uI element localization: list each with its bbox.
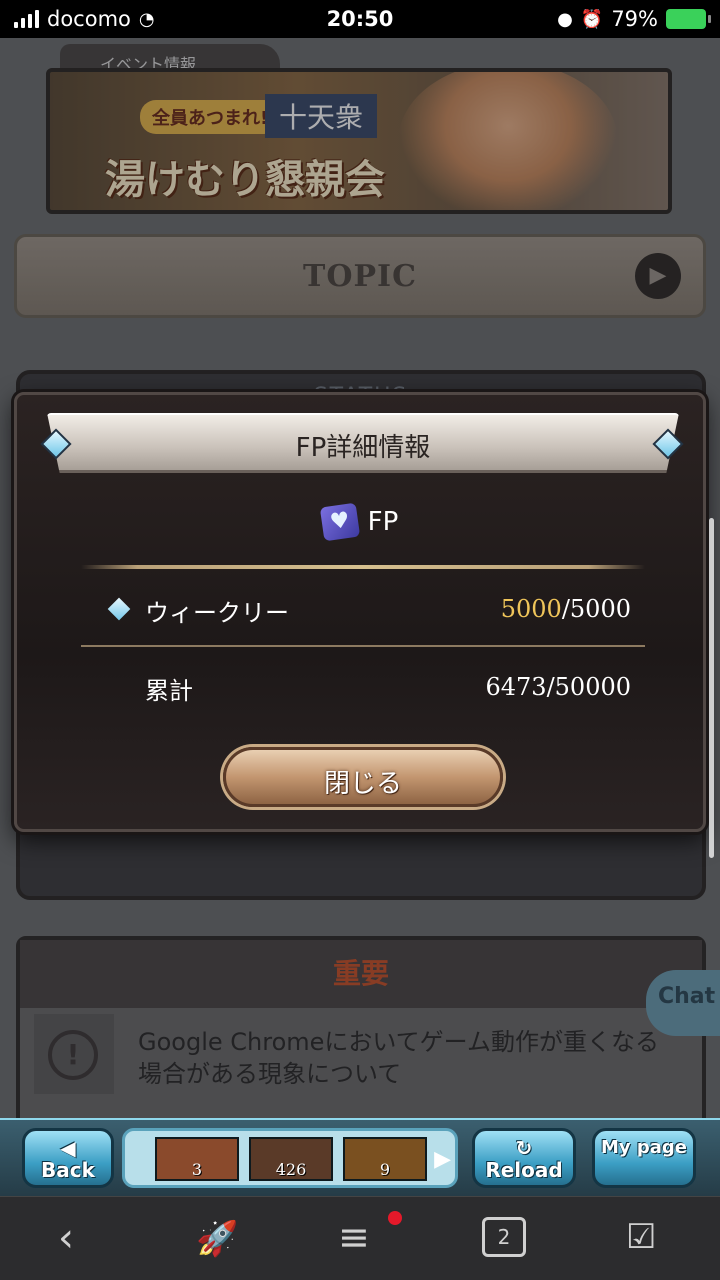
checkbox-icon[interactable]: ☑	[626, 1217, 656, 1257]
alarm-icon: ⏰	[580, 8, 604, 30]
status-right: ● ⏰ 79%	[557, 7, 711, 31]
dialog-title: FP詳細情報	[295, 433, 431, 463]
fp-label: FP	[367, 507, 399, 537]
total-label: 累計	[145, 677, 193, 705]
tabs-button[interactable]: 2	[482, 1217, 526, 1257]
fp-heading: ♥ FP	[17, 502, 703, 542]
mypage-label: My page	[600, 1137, 688, 1158]
fp-detail-dialog: FP詳細情報 ♥ FP ウィークリー 5000/5000 累計 6473/500…	[14, 392, 706, 832]
divider	[81, 645, 645, 647]
weekly-row: ウィークリー 5000/5000	[81, 583, 645, 635]
reload-label: Reload	[485, 1158, 563, 1182]
recent-quests: 3 426 9 ▶	[122, 1128, 458, 1188]
total-row: 累計 6473/50000	[81, 661, 645, 713]
quest-thumb[interactable]: 3	[155, 1137, 239, 1181]
game-view: イベント情報 全員あつまれ! 十天衆 湯けむり懇親会 TOPIC ▶ STATU…	[0, 38, 720, 1123]
mypage-button[interactable]: My page	[592, 1128, 696, 1188]
weekly-max: /5000	[561, 595, 631, 623]
weekly-label: ウィークリー	[145, 599, 289, 627]
close-button[interactable]: 閉じる	[223, 747, 503, 807]
battery-percent: 79%	[611, 7, 658, 31]
close-button-label: 閉じる	[323, 769, 402, 799]
quest-thumb[interactable]: 426	[249, 1137, 333, 1181]
quest-thumb[interactable]: 9	[343, 1137, 427, 1181]
notification-dot	[388, 1211, 402, 1225]
battery-icon	[666, 9, 711, 29]
status-bar: docomo ◔ 20:50 ● ⏰ 79%	[0, 0, 720, 38]
person-icon: ●	[557, 8, 573, 30]
reload-icon: ↻	[515, 1136, 533, 1160]
back-button[interactable]: ◀ Back	[22, 1128, 114, 1188]
back-chevron-icon[interactable]: ‹	[58, 1215, 74, 1261]
total-value: 6473/50000	[485, 673, 631, 701]
menu-icon[interactable]: ≡	[338, 1215, 370, 1259]
rocket-icon[interactable]: 🚀	[196, 1219, 238, 1259]
back-label: Back	[41, 1158, 95, 1182]
diamond-bullet-icon	[107, 597, 131, 621]
next-arrow-icon[interactable]: ▶	[434, 1147, 451, 1172]
fp-heart-icon: ♥	[319, 502, 360, 542]
game-nav-bar: ◀ Back 3 426 9 ▶ ↻ Reload My page	[0, 1118, 720, 1196]
browser-toolbar: ‹ 🚀 ≡ 2 ☑	[0, 1196, 720, 1280]
weekly-current: 5000	[500, 595, 562, 623]
scrollbar[interactable]	[709, 518, 714, 858]
weekly-value: 5000/5000	[501, 595, 631, 623]
divider	[81, 565, 645, 569]
back-arrow-icon: ◀	[60, 1136, 76, 1160]
reload-button[interactable]: ↻ Reload	[472, 1128, 576, 1188]
dialog-header: FP詳細情報	[47, 413, 679, 473]
